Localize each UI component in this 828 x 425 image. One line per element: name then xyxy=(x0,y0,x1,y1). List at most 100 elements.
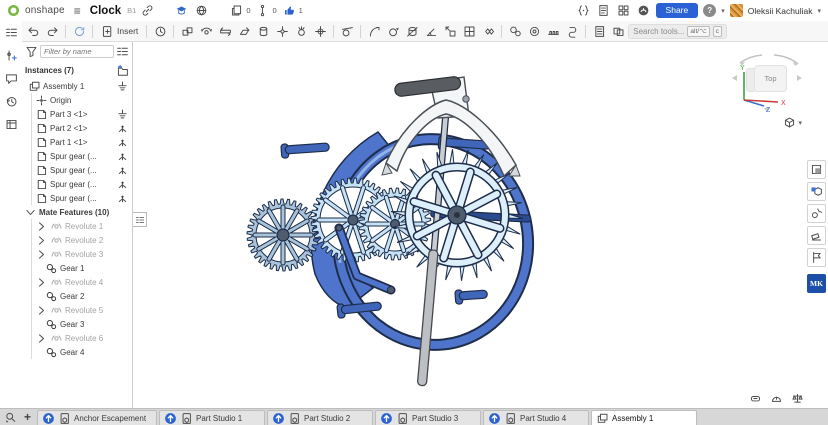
tab-search-button[interactable] xyxy=(2,409,19,425)
help-button[interactable]: ? xyxy=(703,4,716,17)
add-tab-button[interactable]: + xyxy=(19,409,36,425)
update-available-icon[interactable] xyxy=(272,412,285,425)
document-title[interactable]: Clock xyxy=(90,5,121,17)
feature-list-toggle-icon[interactable] xyxy=(2,23,20,41)
filter-input[interactable] xyxy=(40,45,114,58)
revolve-tool-button[interactable] xyxy=(403,23,421,40)
fastened-mate-button[interactable] xyxy=(178,23,196,40)
community-icon[interactable] xyxy=(636,3,651,18)
cylindrical-mate-button[interactable] xyxy=(254,23,272,40)
forks-icon[interactable] xyxy=(255,3,270,18)
chevron-right-icon[interactable] xyxy=(35,248,48,261)
redo-button[interactable] xyxy=(43,23,61,40)
linear-pattern-button[interactable] xyxy=(460,23,478,40)
mate-features-header[interactable]: Mate Features (10) xyxy=(22,205,132,219)
chevron-right-icon[interactable] xyxy=(35,234,48,247)
tangent-mate-button[interactable] xyxy=(338,23,356,40)
learning-center-icon[interactable] xyxy=(174,3,189,18)
view-cube[interactable]: Y Z X Top xyxy=(728,52,806,118)
search-tools-box[interactable]: Search tools... alt/⌥ c xyxy=(628,24,727,39)
bom-table-icon[interactable] xyxy=(2,115,20,133)
parallel-mate-button[interactable] xyxy=(311,23,329,40)
isolate-panel-button[interactable] xyxy=(807,160,826,179)
share-button[interactable]: Share xyxy=(656,3,699,18)
update-button[interactable] xyxy=(70,23,88,40)
tree-item-part3[interactable]: Part 3 <1> xyxy=(32,107,132,121)
bom-button[interactable] xyxy=(590,23,608,40)
comments-icon[interactable] xyxy=(2,69,20,87)
view-cube-top-face[interactable]: Top xyxy=(754,65,787,92)
mate-item-gear3[interactable]: Gear 3 xyxy=(32,317,132,331)
tree-item-spur-gear-2[interactable]: Spur gear (... xyxy=(32,163,132,177)
update-available-icon[interactable] xyxy=(164,412,177,425)
update-available-icon[interactable] xyxy=(488,412,501,425)
update-available-icon[interactable] xyxy=(380,412,393,425)
new-folder-icon[interactable] xyxy=(116,64,129,77)
tab-part-studio-3[interactable]: Part Studio 3 xyxy=(375,410,481,425)
featurescript-icon[interactable] xyxy=(576,3,591,18)
ball-mate-button[interactable] xyxy=(292,23,310,40)
replicate-button[interactable] xyxy=(384,23,402,40)
tree-item-part1[interactable]: Part 1 <1> xyxy=(32,135,132,149)
avatar[interactable] xyxy=(730,4,743,17)
interference-button[interactable] xyxy=(609,23,627,40)
likes-icon[interactable] xyxy=(282,3,297,18)
chevron-right-icon[interactable] xyxy=(35,332,48,345)
planar-mate-button[interactable] xyxy=(235,23,253,40)
revolute-mate-button[interactable] xyxy=(197,23,215,40)
tree-item-part2[interactable]: Part 2 <1> xyxy=(32,121,132,135)
undo-button[interactable] xyxy=(24,23,42,40)
mate-item-gear1[interactable]: Gear 1 xyxy=(32,261,132,275)
rack-pinion-relation-button[interactable] xyxy=(525,23,543,40)
list-view-icon[interactable] xyxy=(116,45,129,58)
version-badge[interactable]: B1 xyxy=(127,6,136,15)
insert-button[interactable]: Insert xyxy=(97,23,142,40)
mate-item-revolute4[interactable]: Revolute 4 xyxy=(32,275,132,289)
versions-history-icon[interactable] xyxy=(2,92,20,110)
tree-item-spur-gear-4[interactable]: Spur gear (... xyxy=(32,191,132,205)
bookmark-panel-button[interactable] xyxy=(807,248,826,267)
display-states-button[interactable] xyxy=(807,182,826,201)
mate-item-revolute1[interactable]: Revolute 1 xyxy=(32,219,132,233)
tab-part-studio-4[interactable]: Part Studio 4 xyxy=(483,410,589,425)
tab-part-studio-2[interactable]: Part Studio 2 xyxy=(267,410,373,425)
simplify-panel-button[interactable] xyxy=(807,204,826,223)
snapshot-icon[interactable] xyxy=(749,392,762,405)
tree-item-spur-gear-1[interactable]: Spur gear (... xyxy=(32,149,132,163)
gear-relation-button[interactable] xyxy=(506,23,524,40)
mate-item-revolute3[interactable]: Revolute 3 xyxy=(32,247,132,261)
named-positions-button[interactable] xyxy=(151,23,169,40)
assembly-viewport[interactable]: Y Z X Top ▾ MK xyxy=(133,42,828,408)
configurations-icon[interactable] xyxy=(2,46,20,64)
tab-assembly-1[interactable]: Assembly 1 xyxy=(591,410,697,425)
update-available-icon[interactable] xyxy=(42,412,55,425)
view-options-button[interactable]: ▾ xyxy=(783,116,802,129)
onshape-logo-icon[interactable] xyxy=(7,4,20,17)
mate-item-revolute6[interactable]: Revolute 6 xyxy=(32,331,132,345)
measure-angle-button[interactable] xyxy=(422,23,440,40)
slider-mate-button[interactable] xyxy=(216,23,234,40)
help-caret-icon[interactable]: ▾ xyxy=(721,7,725,15)
mate-item-revolute2[interactable]: Revolute 2 xyxy=(32,233,132,247)
chevron-right-icon[interactable] xyxy=(35,304,48,317)
tree-item-assembly[interactable]: Assembly 1 xyxy=(22,79,132,93)
mate-item-gear4[interactable]: Gear 4 xyxy=(32,345,132,359)
mate-item-revolute5[interactable]: Revolute 5 xyxy=(32,303,132,317)
mass-properties-icon[interactable] xyxy=(791,392,804,405)
mirror-button[interactable] xyxy=(479,23,497,40)
user-name[interactable]: Oleksii Kachuliak xyxy=(748,6,813,16)
copies-icon[interactable] xyxy=(229,3,244,18)
tree-item-origin[interactable]: Origin xyxy=(32,93,132,107)
transform-button[interactable] xyxy=(441,23,459,40)
link-icon[interactable] xyxy=(141,4,154,17)
tab-part-studio-1[interactable]: Part Studio 1 xyxy=(159,410,265,425)
app-store-icon[interactable] xyxy=(616,3,631,18)
pin-slot-mate-button[interactable] xyxy=(273,23,291,40)
panel-flyout-button[interactable] xyxy=(133,212,147,227)
tab-anchor-escapement[interactable]: Anchor Escapement xyxy=(37,410,157,425)
mkcad-app-badge[interactable]: MK xyxy=(807,274,826,293)
cleanup-panel-button[interactable] xyxy=(807,226,826,245)
mate-connector-button[interactable] xyxy=(365,23,383,40)
filter-icon[interactable] xyxy=(25,45,38,58)
mate-item-gear2[interactable]: Gear 2 xyxy=(32,289,132,303)
